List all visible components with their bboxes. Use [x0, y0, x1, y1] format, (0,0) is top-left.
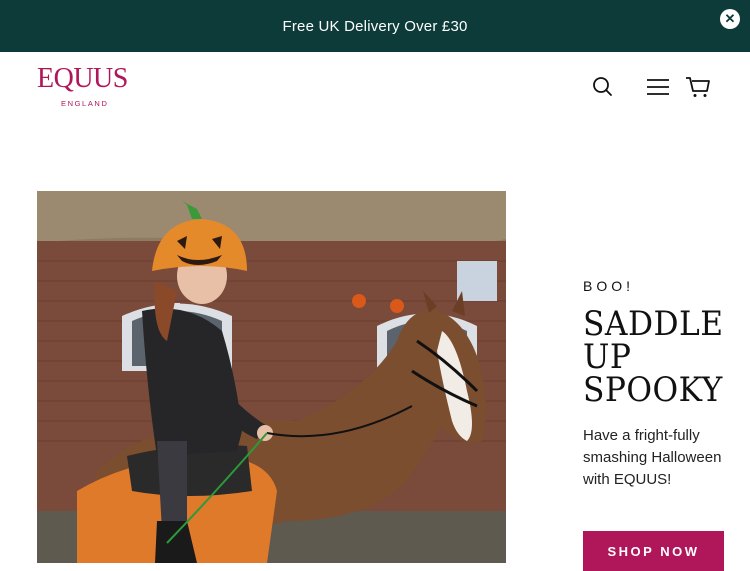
logo-wordmark: EQUUS: [37, 63, 128, 94]
hero-headline: SADDLE UP SPOOKY: [583, 307, 730, 410]
site-header: EQUUS ENGLAND: [0, 52, 750, 122]
menu-icon[interactable]: [645, 74, 671, 100]
announcement-text: Free UK Delivery Over £30: [282, 17, 468, 35]
hero-illustration: [37, 191, 506, 563]
shop-now-button[interactable]: SHOP NOW: [583, 531, 724, 571]
search-icon[interactable]: [590, 74, 616, 100]
hero-subtext: Have a fright-fully smashing Halloween w…: [583, 427, 722, 488]
logo-subtitle: ENGLAND: [61, 99, 109, 108]
hero-image: [37, 191, 506, 563]
hero-eyebrow: BOO!: [583, 278, 635, 294]
headline-line-3: SPOOKY: [583, 370, 723, 410]
announcement-bar: Free UK Delivery Over £30 ✕: [0, 0, 750, 52]
logo[interactable]: EQUUS ENGLAND: [37, 65, 133, 111]
cart-icon[interactable]: [685, 74, 711, 100]
close-icon[interactable]: ✕: [720, 9, 740, 29]
hero-text-block: BOO! SADDLE UP SPOOKY Have a fright-full…: [583, 278, 743, 491]
